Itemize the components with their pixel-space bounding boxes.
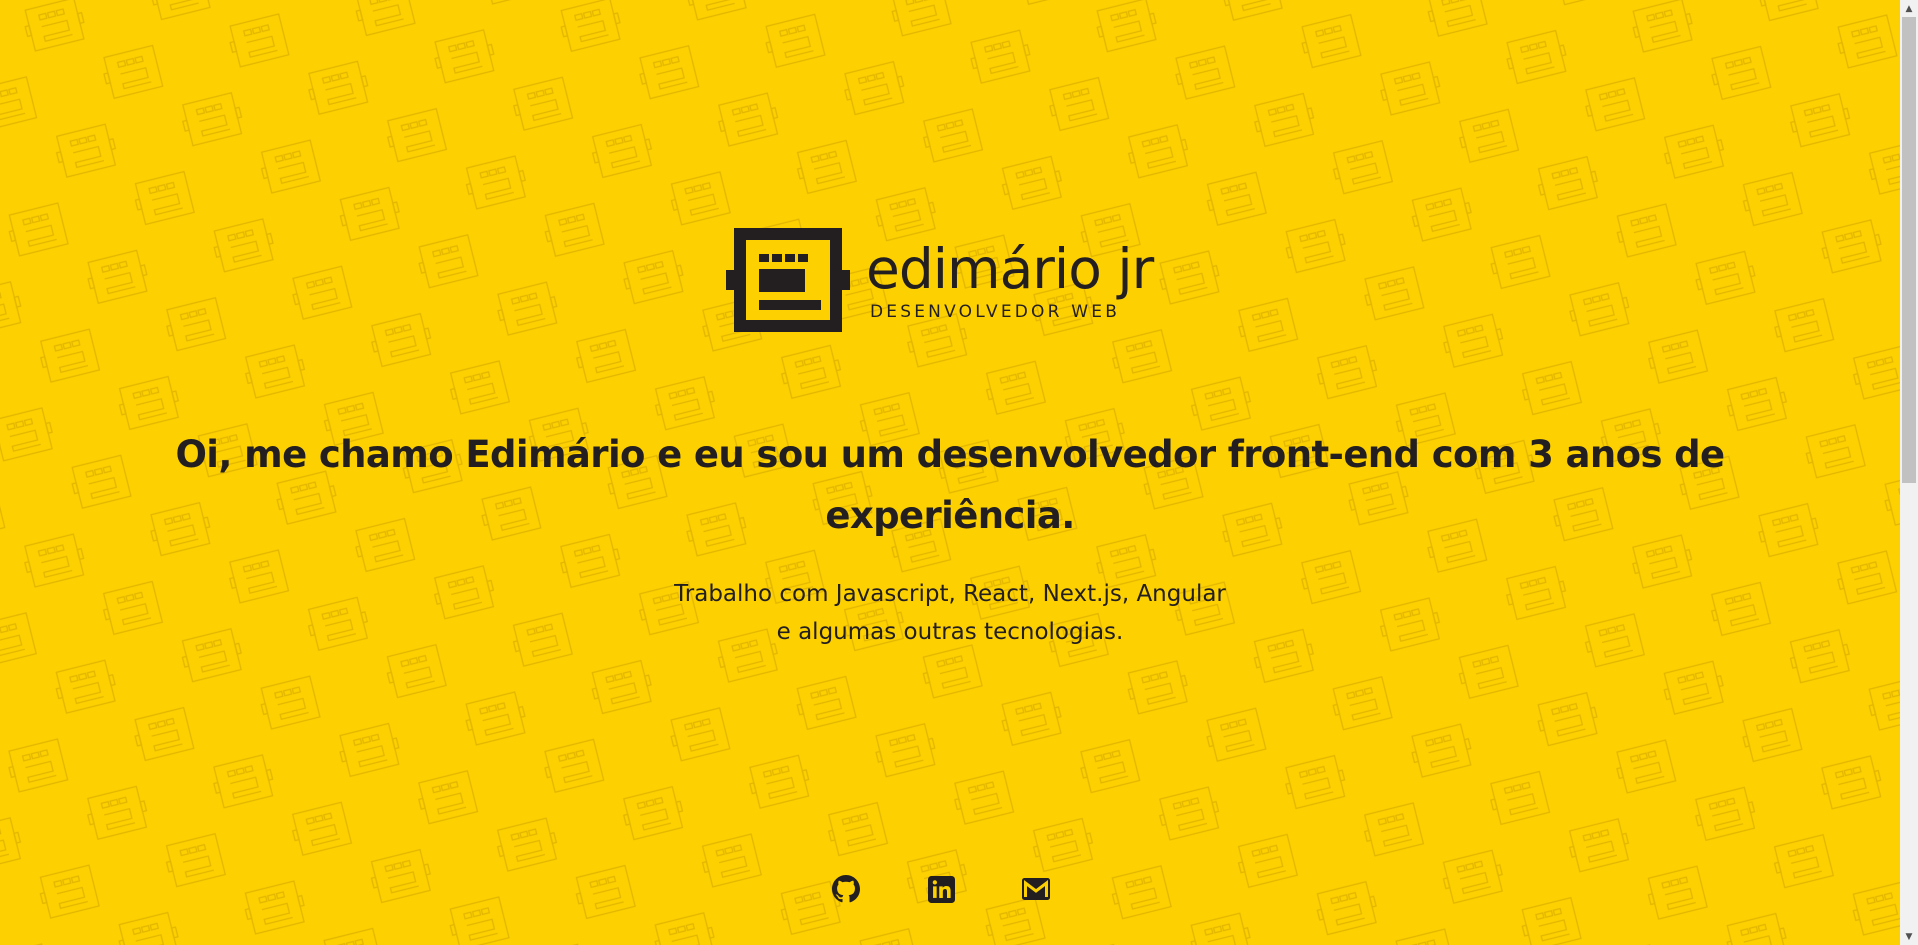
hero-subtitle-line-2: e algumas outras tecnologias. <box>776 619 1124 645</box>
logo-name: edimário jr <box>866 237 1154 301</box>
linkedin-link[interactable] <box>926 874 956 904</box>
social-links <box>0 874 1900 904</box>
hero-subtitle-line-1: Trabalho com Javascript, React, Next.js,… <box>674 581 1226 607</box>
scroll-down-button[interactable]: ▼ <box>1900 928 1918 945</box>
email-link[interactable] <box>1021 874 1051 904</box>
page-scrollbar[interactable]: ▲ ▼ <box>1900 0 1918 945</box>
e-robot-logo-icon <box>726 228 850 332</box>
scrollbar-thumb[interactable] <box>1902 17 1916 483</box>
site-logo[interactable]: edimário jr DESENVOLVEDOR WEB <box>726 226 1170 336</box>
github-link[interactable] <box>831 874 861 904</box>
hero-headline: Oi, me chamo Edimário e eu sou um desenv… <box>175 433 1725 537</box>
logo-tagline: DESENVOLVEDOR WEB <box>870 302 1121 322</box>
scroll-up-button[interactable]: ▲ <box>1900 0 1918 17</box>
github-icon <box>832 875 860 903</box>
mail-icon <box>1022 878 1050 900</box>
linkedin-icon <box>927 875 955 903</box>
hero-subtitle: Trabalho com Javascript, React, Next.js,… <box>560 575 1340 651</box>
hero-section: edimário jr DESENVOLVEDOR WEB Oi, me cha… <box>0 0 1900 945</box>
